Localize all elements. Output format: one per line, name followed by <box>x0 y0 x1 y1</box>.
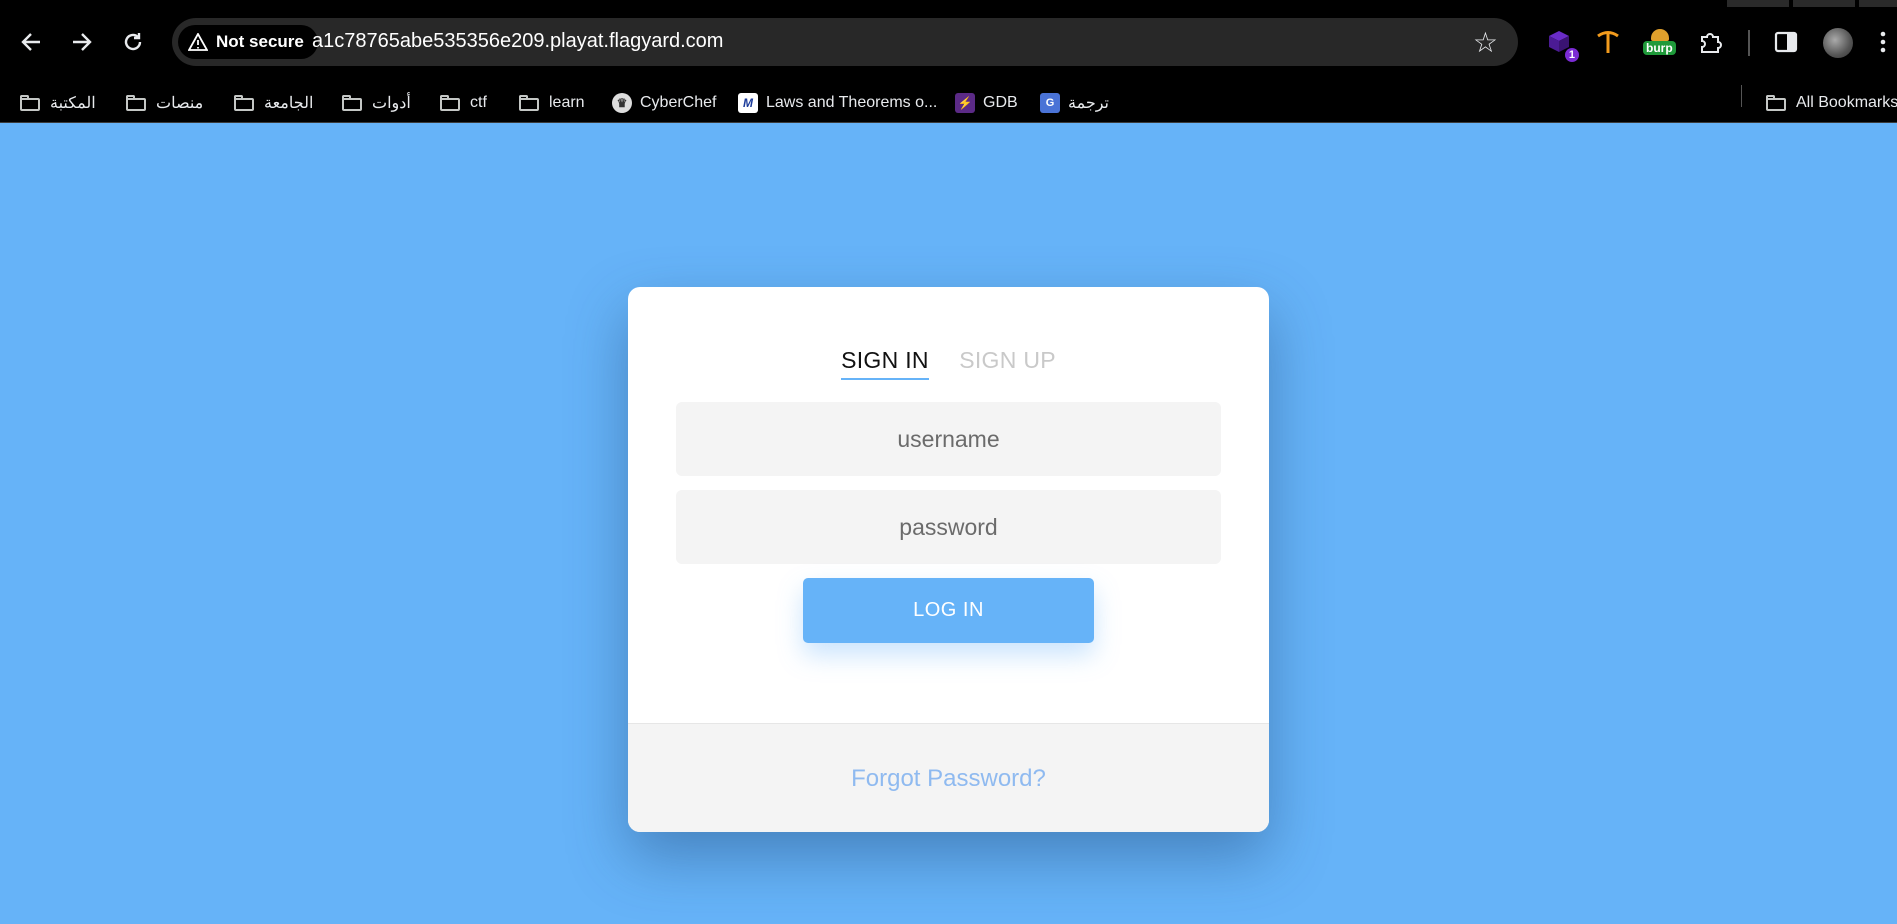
bookmark-label: أدوات <box>372 95 411 112</box>
burp-label: burp <box>1643 41 1676 55</box>
chef-hat-icon: ♛ <box>612 93 632 113</box>
bookmarks-bar: المكتبة منصات الجامعة أدوات ctf learn ♛ … <box>0 84 1897 123</box>
folder-icon <box>519 95 541 111</box>
security-chip[interactable]: Not secure <box>178 25 318 59</box>
bookmark-folder[interactable]: أدوات <box>342 84 411 122</box>
extension-button[interactable] <box>1590 24 1626 60</box>
bookmark-label: learn <box>549 94 585 111</box>
bookmark-link[interactable]: G ترجمة <box>1040 84 1109 122</box>
bookmark-label: الجامعة <box>264 95 314 112</box>
bookmark-folder[interactable]: الجامعة <box>234 84 313 122</box>
browser-menu-button[interactable] <box>1873 24 1893 60</box>
tab-strip-edge <box>1793 0 1855 7</box>
bookmark-label: CyberChef <box>640 94 717 111</box>
burp-icon: burp <box>1643 27 1676 57</box>
mathworld-icon: M <box>738 93 758 113</box>
folder-icon <box>126 95 148 111</box>
bookmark-label: ترجمة <box>1068 95 1109 112</box>
profile-avatar[interactable] <box>1823 28 1853 58</box>
bookmark-star-icon[interactable]: ☆ <box>1473 26 1498 59</box>
side-panel-button[interactable] <box>1768 24 1804 60</box>
toolbar-divider <box>1748 30 1750 56</box>
security-label: Not secure <box>216 32 304 51</box>
bookmark-folder[interactable]: ctf <box>440 84 487 122</box>
google-translate-icon: G <box>1040 93 1060 113</box>
bookmark-label: Laws and Theorems o... <box>766 94 938 111</box>
side-panel-icon <box>1774 31 1798 53</box>
forward-button[interactable] <box>64 24 100 60</box>
folder-icon <box>234 95 256 111</box>
warning-icon <box>188 33 208 51</box>
arrow-right-icon <box>73 33 92 51</box>
address-bar[interactable]: Not secure a1c78765abe535356e209.playat.… <box>172 18 1518 66</box>
extension-button[interactable]: 1 <box>1541 24 1579 62</box>
bookmark-folder[interactable]: learn <box>519 84 585 122</box>
folder-icon <box>342 95 364 111</box>
bookmarks-divider <box>1741 85 1742 107</box>
burp-extension-button[interactable]: burp <box>1642 24 1678 60</box>
back-button[interactable] <box>13 24 49 60</box>
bookmark-label: المكتبة <box>50 95 96 112</box>
reload-icon <box>124 33 142 51</box>
username-input[interactable] <box>676 402 1221 476</box>
auth-tabs: SIGN IN SIGN UP <box>628 347 1269 380</box>
reload-button[interactable] <box>115 24 151 60</box>
folder-icon <box>440 95 462 111</box>
tab-sign-up[interactable]: SIGN UP <box>959 347 1056 378</box>
url-text[interactable]: a1c78765abe535356e209.playat.flagyard.co… <box>312 30 723 53</box>
card-footer: Forgot Password? <box>628 723 1269 832</box>
bookmark-label: GDB <box>983 94 1018 111</box>
bookmark-label: منصات <box>156 95 204 112</box>
folder-icon <box>20 95 42 111</box>
puzzle-icon <box>1701 33 1722 53</box>
bookmark-folder[interactable]: المكتبة <box>20 84 96 122</box>
password-input[interactable] <box>676 490 1221 564</box>
bookmark-link[interactable]: ♛ CyberChef <box>612 84 716 122</box>
lightning-icon: ⚡ <box>955 93 975 113</box>
tab-strip-edge <box>1727 0 1789 7</box>
browser-toolbar: Not secure a1c78765abe535356e209.playat.… <box>0 0 1897 84</box>
login-card: SIGN IN SIGN UP LOG IN Forgot Password? <box>628 287 1269 832</box>
bookmark-folder[interactable]: منصات <box>126 84 203 122</box>
bookmark-link[interactable]: M Laws and Theorems o... <box>738 84 937 122</box>
tab-sign-in[interactable]: SIGN IN <box>841 347 929 380</box>
kebab-menu-icon <box>1880 31 1886 53</box>
arrow-left-icon <box>21 33 40 51</box>
pickaxe-icon <box>1597 31 1619 53</box>
login-button[interactable]: LOG IN <box>803 578 1094 643</box>
forgot-password-link[interactable]: Forgot Password? <box>851 765 1046 793</box>
extension-badge: 1 <box>1564 48 1579 62</box>
all-bookmarks-label: All Bookmarks <box>1796 94 1897 111</box>
all-bookmarks-button[interactable]: All Bookmarks <box>1766 84 1897 122</box>
folder-icon <box>1766 95 1788 111</box>
bookmark-label: ctf <box>470 94 487 111</box>
tab-strip-edge <box>1859 0 1897 7</box>
bookmark-link[interactable]: ⚡ GDB <box>955 84 1018 122</box>
extensions-menu-button[interactable] <box>1693 24 1729 60</box>
